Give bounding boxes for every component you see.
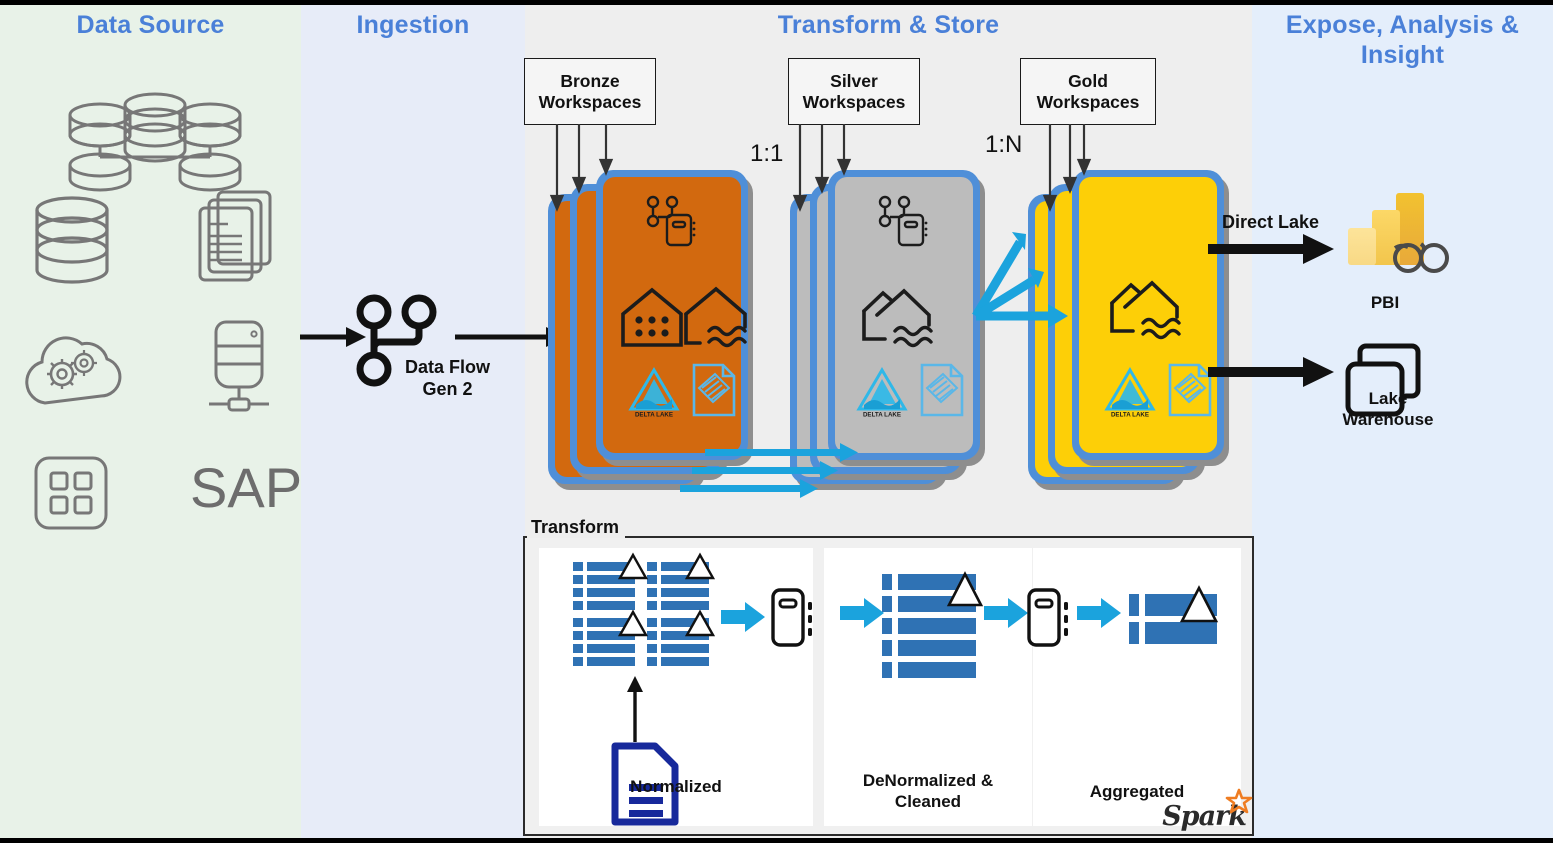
gold-ws-label-line2: Workspaces — [1036, 91, 1140, 112]
column-title-ingestion: Ingestion — [356, 11, 470, 39]
delta-triangle-icon — [617, 609, 649, 638]
delta-triangle-icon — [946, 571, 984, 608]
transform-panel-label-denormalized-line2: Cleaned — [894, 792, 962, 811]
silver-card-front[interactable]: DELTA LAKE — [828, 170, 985, 466]
ratio-label-bronze-silver: 1:1 — [750, 140, 784, 167]
transform-panel-label-denormalized: DeNormalized & — [862, 771, 994, 790]
pbi-label: PBI — [1370, 293, 1400, 312]
top-edge-strip — [0, 0, 1553, 5]
bronze-card-front[interactable]: DELTA LAKE — [596, 170, 753, 466]
delta-triangle-icon — [617, 552, 649, 581]
bronze-workspaces-box[interactable]: Bronze Workspaces — [524, 58, 656, 125]
arrow-doc-to-tables — [623, 676, 647, 742]
bronze-ws-label-line1: Bronze — [560, 70, 620, 91]
connectors-gold — [1022, 124, 1152, 212]
delta-lake-wordmark: DELTA LAKE — [1111, 412, 1149, 419]
transform-panel-label-normalized: Normalized — [630, 777, 722, 796]
bottom-edge-strip — [0, 838, 1553, 843]
compute-engine-icon — [1027, 588, 1073, 648]
compute-engine-icon — [771, 588, 817, 648]
ratio-label-silver-gold: 1:N — [985, 131, 1023, 158]
column-title-expose-analysis: Expose, Analysis & Insight — [1285, 11, 1520, 69]
gold-workspace-stack[interactable]: DELTA LAKE — [1028, 166, 1229, 491]
delta-lake-icon: DELTA LAKE — [855, 367, 909, 419]
spark-logo: Spark — [1162, 788, 1253, 832]
flow-arrow-icon — [721, 600, 767, 634]
spark-star-icon — [1225, 788, 1253, 814]
server-network-icon — [202, 320, 276, 418]
parquet-file-icon — [917, 362, 967, 418]
delta-lake-wordmark: DELTA LAKE — [635, 412, 673, 419]
delta-lake-icon: DELTA LAKE — [627, 367, 681, 419]
warehouse-icon — [619, 287, 685, 349]
transform-panel-normalized[interactable]: Normalized — [539, 548, 813, 826]
data-flow-gen2-label: Data Flow Gen 2 — [385, 356, 510, 400]
sap-logo-text: SAP — [190, 456, 303, 519]
column-title-data-source: Data Source — [76, 11, 225, 39]
gold-card-front[interactable]: DELTA LAKE — [1072, 170, 1229, 466]
arrow-gold-to-pbi — [1208, 232, 1338, 266]
flow-arrow-icon — [984, 596, 1030, 630]
documents-stack-icon — [196, 188, 284, 288]
diagram-canvas: Data Source Ingestion Transform & Store … — [0, 0, 1553, 843]
silver-ws-label-line2: Workspaces — [802, 91, 906, 112]
transform-panel-label-aggregated: Aggregated — [1089, 782, 1185, 801]
gold-workspaces-box[interactable]: Gold Workspaces — [1020, 58, 1156, 125]
app-grid-icon — [33, 455, 109, 531]
lake-warehouse-label-line1: Lake — [1368, 389, 1408, 408]
delta-lake-wordmark: DELTA LAKE — [863, 412, 901, 419]
silver-card-icons: DELTA LAKE — [835, 177, 973, 453]
gold-ws-label-line1: Gold — [1068, 70, 1108, 91]
data-flow-label-line2: Gen 2 — [422, 379, 473, 399]
transform-panel-aggregated[interactable]: Aggregated — [1027, 548, 1241, 826]
database-cylinder-icon — [33, 195, 111, 285]
delta-triangle-icon — [684, 609, 716, 638]
bronze-card-icons: DELTA LAKE — [603, 177, 747, 453]
lake-warehouse-label-line2: Warehouse — [1342, 410, 1434, 429]
pipeline-notebook-icon — [645, 195, 701, 251]
arrow-gold-to-lake-warehouse — [1208, 355, 1338, 389]
connectors-bronze — [520, 124, 650, 212]
silver-ws-label-line1: Silver — [830, 70, 878, 91]
silver-workspaces-box[interactable]: Silver Workspaces — [788, 58, 920, 125]
connectors-silver — [784, 124, 914, 212]
parquet-file-icon — [689, 362, 739, 418]
database-cluster-icon — [60, 92, 250, 192]
arrows-silver-to-gold — [968, 228, 1078, 328]
flow-arrow-icon — [1077, 596, 1123, 630]
power-bi-icon — [1340, 190, 1450, 290]
transform-groupbox: Normalized DeNormalized & Cleaned Aggreg… — [523, 536, 1254, 836]
transform-panel-denormalized[interactable]: DeNormalized & Cleaned — [824, 548, 1032, 826]
delta-lake-icon: DELTA LAKE — [1103, 367, 1157, 419]
lakehouse-icon — [861, 285, 947, 351]
delta-triangle-icon — [684, 552, 716, 581]
arrows-bronze-to-silver — [680, 440, 880, 500]
data-flow-label-line1: Data Flow — [404, 357, 490, 377]
lakehouse-icon — [683, 285, 749, 349]
direct-lake-label: Direct Lake — [1222, 212, 1320, 232]
transform-groupbox-legend: Transform — [527, 517, 626, 538]
delta-triangle-icon — [1179, 585, 1219, 624]
gold-card-icons: DELTA LAKE — [1079, 177, 1217, 453]
column-ingestion — [301, 0, 525, 843]
column-title-transform-store: Transform & Store — [777, 11, 1000, 39]
cloud-gears-icon — [18, 325, 124, 417]
lakehouse-icon — [1109, 277, 1195, 343]
lake-warehouse-label: Lake Warehouse — [1318, 388, 1458, 430]
bronze-ws-label-line2: Workspaces — [538, 91, 642, 112]
